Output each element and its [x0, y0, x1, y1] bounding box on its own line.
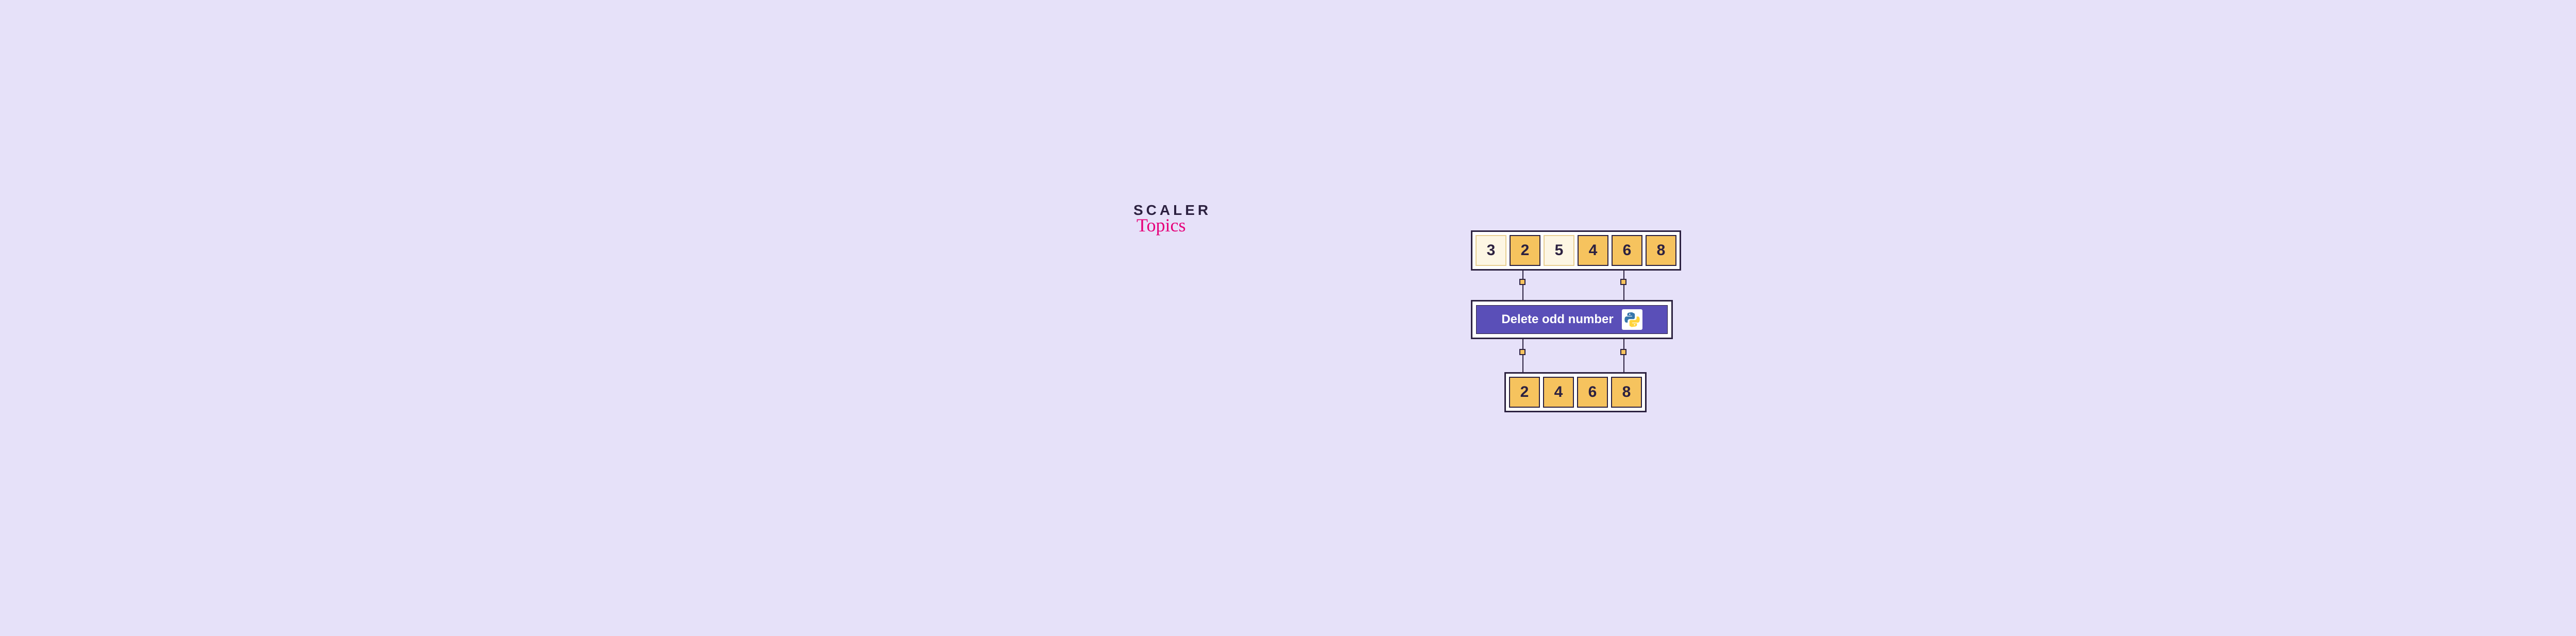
connector-node	[1519, 349, 1526, 355]
connector-line	[1623, 271, 1624, 300]
scaler-topics-logo: SCALER Topics	[1133, 202, 1211, 236]
connector-line	[1623, 339, 1624, 372]
operation-container: Delete odd number	[1471, 300, 1673, 339]
input-cell: 8	[1646, 235, 1676, 266]
output-cell: 2	[1509, 377, 1540, 408]
operation-box: Delete odd number	[1476, 305, 1668, 334]
input-cell: 5	[1544, 235, 1574, 266]
input-cell: 4	[1578, 235, 1608, 266]
input-cell: 6	[1612, 235, 1642, 266]
output-cell: 8	[1611, 377, 1642, 408]
output-cell: 6	[1577, 377, 1608, 408]
connector-line	[1522, 339, 1523, 372]
connector-node	[1620, 349, 1626, 355]
connector-line	[1522, 271, 1523, 300]
operation-label: Delete odd number	[1501, 312, 1613, 327]
input-cell: 3	[1476, 235, 1506, 266]
input-cell: 2	[1510, 235, 1540, 266]
python-logo-icon	[1622, 309, 1642, 330]
output-cell: 4	[1543, 377, 1574, 408]
input-array: 3 2 5 4 6 8	[1471, 230, 1681, 271]
connector-node	[1620, 279, 1626, 285]
output-array: 2 4 6 8	[1504, 372, 1647, 412]
connector-node	[1519, 279, 1526, 285]
